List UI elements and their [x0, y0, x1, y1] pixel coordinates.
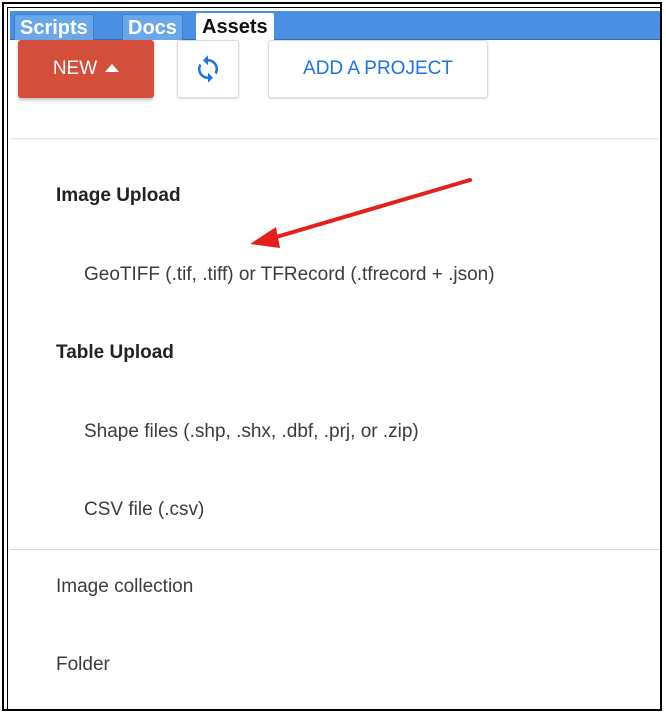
arrow-head	[250, 227, 280, 248]
csv-label: CSV file (.csv)	[84, 499, 205, 520]
image-upload-header-label: Image Upload	[56, 185, 181, 206]
refresh-button[interactable]	[177, 40, 239, 98]
caret-up-icon	[105, 64, 120, 72]
tab-scripts[interactable]: Scripts	[14, 14, 94, 40]
add-project-button[interactable]: ADD A PROJECT	[268, 40, 488, 98]
add-project-label: ADD A PROJECT	[303, 58, 453, 79]
tab-bar: Scripts Docs Assets	[10, 11, 660, 41]
image-collection-label: Image collection	[56, 576, 194, 597]
toolbar-divider	[10, 138, 660, 140]
tab-docs[interactable]: Docs	[122, 14, 183, 40]
menu-item-geotiff[interactable]: GeoTIFF (.tif, .tiff) or TFRecord (.tfre…	[4, 255, 660, 295]
refresh-icon	[198, 55, 218, 83]
menu-item-csv[interactable]: CSV file (.csv)	[4, 490, 660, 530]
new-button[interactable]: NEW	[18, 40, 154, 98]
screenshot-frame: Scripts Docs Assets NEW ADD A PROJECT Im…	[2, 2, 662, 711]
folder-label: Folder	[56, 654, 110, 675]
menu-divider	[10, 549, 660, 550]
tab-assets[interactable]: Assets	[196, 13, 274, 41]
table-upload-header-label: Table Upload	[56, 342, 174, 363]
table-upload-header: Table Upload	[4, 333, 660, 373]
menu-item-folder[interactable]: Folder	[4, 645, 660, 685]
shape-files-label: Shape files (.shp, .shx, .dbf, .prj, or …	[84, 421, 419, 442]
image-upload-header: Image Upload	[4, 176, 660, 216]
menu-item-shape-files[interactable]: Shape files (.shp, .shx, .dbf, .prj, or …	[4, 412, 660, 452]
menu-item-image-collection[interactable]: Image collection	[4, 567, 660, 607]
geotiff-label: GeoTIFF (.tif, .tiff) or TFRecord (.tfre…	[84, 264, 495, 285]
new-button-label: NEW	[52, 58, 98, 79]
